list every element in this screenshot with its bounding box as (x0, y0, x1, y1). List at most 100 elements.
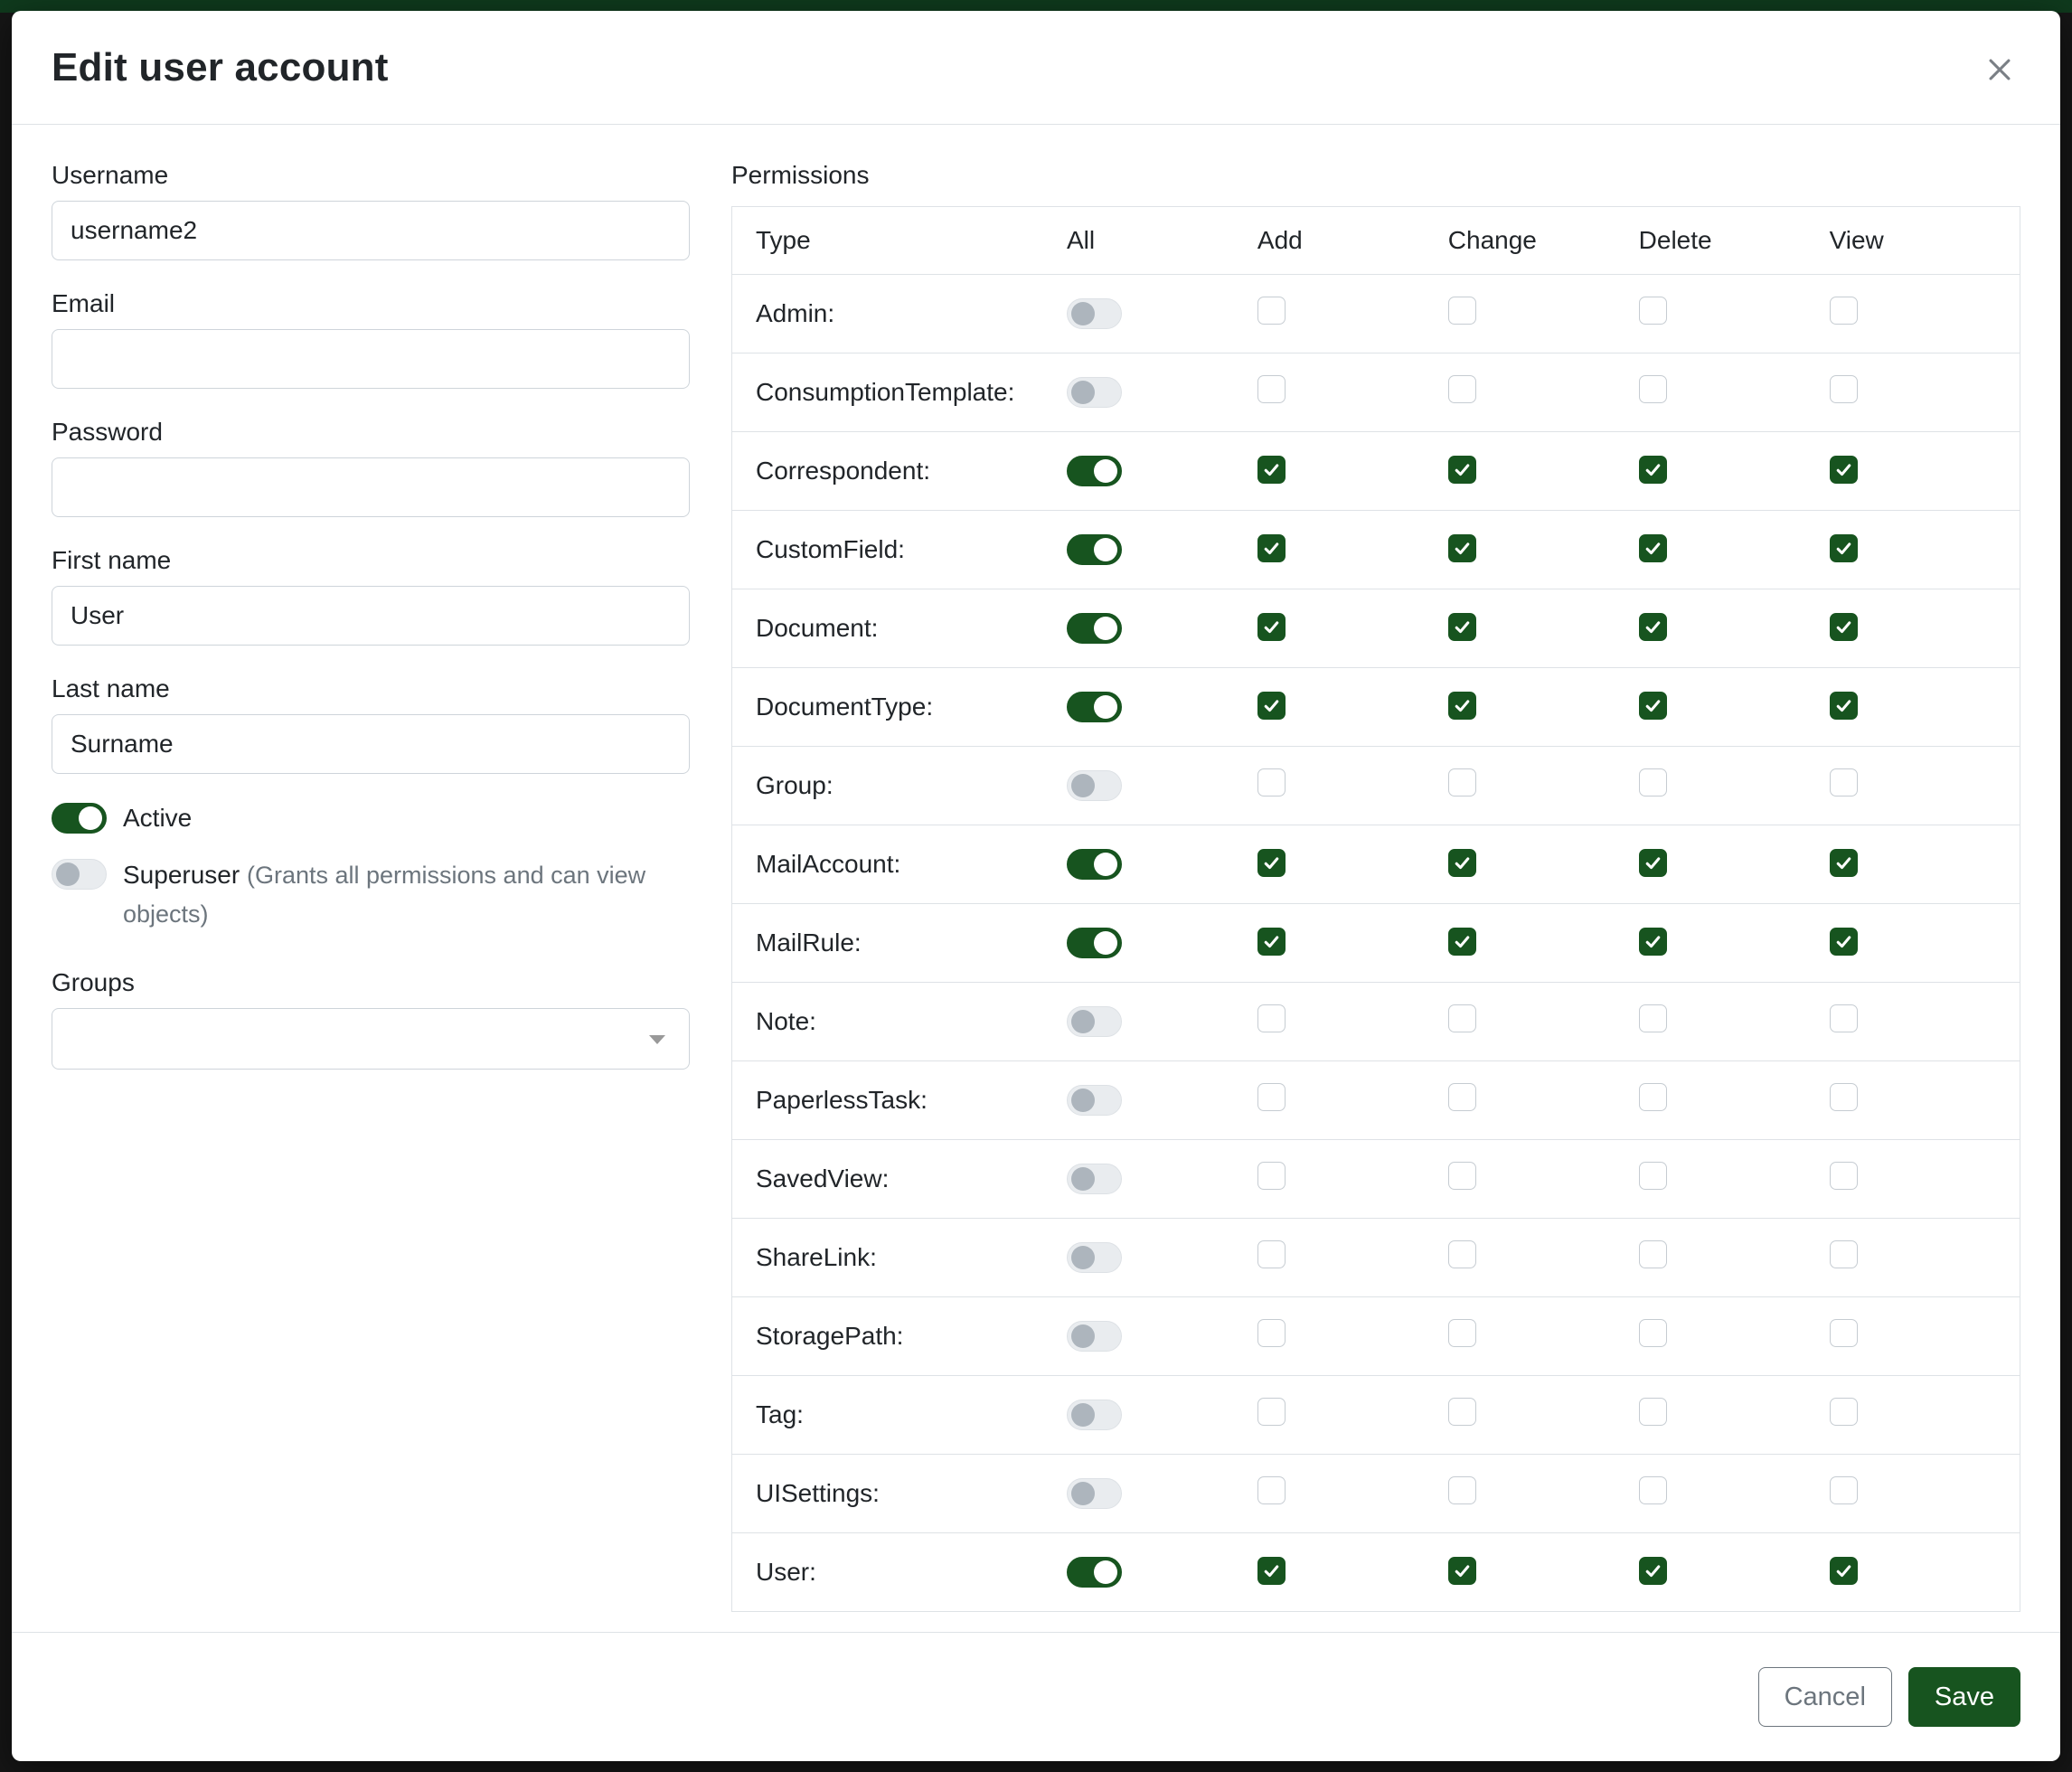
permission-view-checkbox[interactable] (1830, 534, 1858, 562)
permission-all-toggle[interactable] (1067, 849, 1122, 880)
permission-change-checkbox[interactable] (1448, 928, 1476, 956)
permission-add-checkbox[interactable] (1257, 768, 1286, 796)
active-toggle[interactable] (52, 803, 107, 834)
password-input[interactable] (52, 457, 690, 517)
permission-delete-checkbox[interactable] (1639, 1398, 1667, 1426)
permission-add-checkbox[interactable] (1257, 375, 1286, 403)
permission-all-toggle[interactable] (1067, 1557, 1122, 1588)
permission-add-checkbox[interactable] (1257, 1083, 1286, 1111)
permission-delete-checkbox[interactable] (1639, 297, 1667, 325)
permission-view-checkbox[interactable] (1830, 297, 1858, 325)
permission-add-checkbox[interactable] (1257, 1319, 1286, 1347)
permission-add-checkbox[interactable] (1257, 534, 1286, 562)
permission-change-checkbox[interactable] (1448, 613, 1476, 641)
last-name-input[interactable] (52, 714, 690, 774)
permission-add-checkbox[interactable] (1257, 1162, 1286, 1190)
permission-add-checkbox[interactable] (1257, 1557, 1286, 1585)
groups-select[interactable] (52, 1008, 690, 1070)
first-name-input[interactable] (52, 586, 690, 646)
permission-change-checkbox[interactable] (1448, 1476, 1476, 1504)
permission-delete-checkbox[interactable] (1639, 849, 1667, 877)
permission-view-checkbox[interactable] (1830, 849, 1858, 877)
permission-change-checkbox[interactable] (1448, 1004, 1476, 1032)
permission-view-checkbox[interactable] (1830, 456, 1858, 484)
permission-add-checkbox[interactable] (1257, 692, 1286, 720)
permission-all-toggle[interactable] (1067, 1478, 1122, 1509)
permission-delete-checkbox[interactable] (1639, 928, 1667, 956)
permission-view-checkbox[interactable] (1830, 1083, 1858, 1111)
permission-view-checkbox[interactable] (1830, 613, 1858, 641)
permission-all-toggle[interactable] (1067, 1321, 1122, 1352)
permission-delete-checkbox[interactable] (1639, 613, 1667, 641)
permission-add-checkbox[interactable] (1257, 456, 1286, 484)
permission-all-toggle[interactable] (1067, 534, 1122, 565)
cancel-button[interactable]: Cancel (1758, 1667, 1892, 1727)
permission-add-checkbox[interactable] (1257, 613, 1286, 641)
permission-all-toggle[interactable] (1067, 1242, 1122, 1273)
permission-view-checkbox[interactable] (1830, 928, 1858, 956)
permission-view-checkbox[interactable] (1830, 375, 1858, 403)
permission-view-checkbox[interactable] (1830, 1004, 1858, 1032)
permission-view-checkbox[interactable] (1830, 1557, 1858, 1585)
permission-change-checkbox[interactable] (1448, 1083, 1476, 1111)
permission-delete-checkbox[interactable] (1639, 375, 1667, 403)
permission-add-checkbox[interactable] (1257, 1476, 1286, 1504)
permission-add-checkbox[interactable] (1257, 297, 1286, 325)
permission-add-checkbox[interactable] (1257, 1004, 1286, 1032)
superuser-text: Superuser (Grants all permissions and ca… (123, 855, 690, 935)
permission-type-label: StoragePath: (732, 1296, 1068, 1375)
permission-add-checkbox[interactable] (1257, 928, 1286, 956)
permission-change-checkbox[interactable] (1448, 1240, 1476, 1268)
permission-add-checkbox[interactable] (1257, 1398, 1286, 1426)
permission-change-checkbox[interactable] (1448, 1557, 1476, 1585)
permission-change-checkbox[interactable] (1448, 375, 1476, 403)
permission-add-checkbox[interactable] (1257, 1240, 1286, 1268)
permission-delete-checkbox[interactable] (1639, 456, 1667, 484)
permission-change-checkbox[interactable] (1448, 297, 1476, 325)
save-button[interactable]: Save (1908, 1667, 2020, 1727)
permission-all-toggle[interactable] (1067, 456, 1122, 486)
permission-row: Admin: (732, 274, 2020, 353)
permission-view-checkbox[interactable] (1830, 1319, 1858, 1347)
permission-all-toggle[interactable] (1067, 298, 1122, 329)
permission-change-checkbox[interactable] (1448, 1398, 1476, 1426)
permission-change-checkbox[interactable] (1448, 1319, 1476, 1347)
permission-view-checkbox[interactable] (1830, 1162, 1858, 1190)
permission-all-toggle[interactable] (1067, 928, 1122, 958)
permission-delete-checkbox[interactable] (1639, 768, 1667, 796)
permission-delete-checkbox[interactable] (1639, 1240, 1667, 1268)
close-button[interactable] (1979, 49, 2020, 90)
permission-delete-checkbox[interactable] (1639, 1557, 1667, 1585)
permission-delete-checkbox[interactable] (1639, 1319, 1667, 1347)
permission-change-checkbox[interactable] (1448, 1162, 1476, 1190)
permission-view-checkbox[interactable] (1830, 1398, 1858, 1426)
permission-view-checkbox[interactable] (1830, 1240, 1858, 1268)
permission-all-toggle[interactable] (1067, 692, 1122, 722)
permission-change-checkbox[interactable] (1448, 692, 1476, 720)
permission-delete-checkbox[interactable] (1639, 1004, 1667, 1032)
superuser-toggle[interactable] (52, 859, 107, 890)
permission-change-checkbox[interactable] (1448, 768, 1476, 796)
permission-all-toggle[interactable] (1067, 377, 1122, 408)
permission-delete-checkbox[interactable] (1639, 692, 1667, 720)
permission-view-checkbox[interactable] (1830, 1476, 1858, 1504)
permission-all-toggle[interactable] (1067, 1006, 1122, 1037)
permission-change-checkbox[interactable] (1448, 456, 1476, 484)
permission-add-checkbox[interactable] (1257, 849, 1286, 877)
toggle-knob (1094, 617, 1117, 640)
username-input[interactable] (52, 201, 690, 260)
permission-view-checkbox[interactable] (1830, 768, 1858, 796)
email-input[interactable] (52, 329, 690, 389)
permission-all-toggle[interactable] (1067, 613, 1122, 644)
permission-view-checkbox[interactable] (1830, 692, 1858, 720)
permission-change-checkbox[interactable] (1448, 534, 1476, 562)
permission-delete-checkbox[interactable] (1639, 1476, 1667, 1504)
permission-all-toggle[interactable] (1067, 1085, 1122, 1116)
permission-all-toggle[interactable] (1067, 1164, 1122, 1194)
permission-all-toggle[interactable] (1067, 1400, 1122, 1430)
permission-delete-checkbox[interactable] (1639, 534, 1667, 562)
permission-delete-checkbox[interactable] (1639, 1162, 1667, 1190)
permission-change-checkbox[interactable] (1448, 849, 1476, 877)
permission-delete-checkbox[interactable] (1639, 1083, 1667, 1111)
permission-all-toggle[interactable] (1067, 770, 1122, 801)
